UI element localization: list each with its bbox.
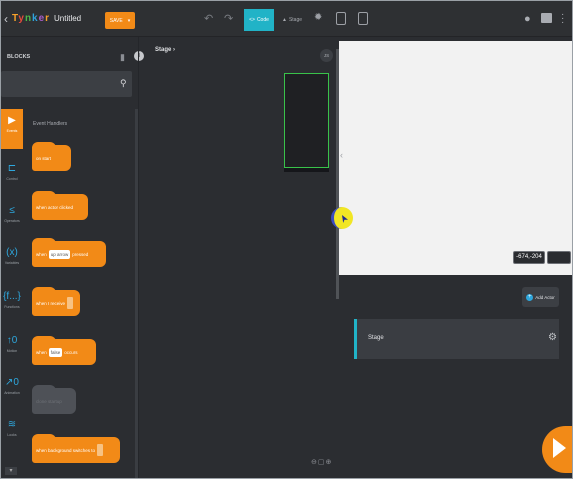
info-icon[interactable]: i [134, 51, 144, 61]
category-animation[interactable]: ↗0 Animation [1, 371, 23, 411]
collapse-arrow-icon[interactable]: ▾ [5, 467, 17, 475]
control-icon: ⊏ [7, 163, 17, 174]
block-when-background-switches[interactable]: when background switches to [32, 434, 120, 463]
looks-icon: ≋ [7, 419, 17, 430]
chevron-left-icon[interactable]: ‹ [340, 150, 346, 164]
actor-row-label: Stage [368, 335, 384, 341]
functions-icon: {f...} [3, 291, 21, 302]
condition-slot[interactable]: false [48, 347, 63, 357]
zoom-controls[interactable]: ⊖▢⊕ [311, 458, 332, 466]
play-icon: ▶ [8, 115, 16, 126]
save-label: SAVE [109, 17, 123, 24]
category-control[interactable]: ⊏ Control [1, 157, 23, 197]
save-button[interactable]: SAVE ▾ [105, 12, 135, 29]
category-variables[interactable]: (x) Variables [1, 241, 23, 281]
category-motion[interactable]: ↑0 Motion [1, 329, 23, 369]
chat-icon[interactable] [541, 13, 552, 23]
tab-code[interactable]: <> Code [244, 9, 274, 31]
actor-row-stage[interactable]: Stage ⚙ [354, 319, 559, 359]
plus-icon: + [526, 293, 534, 301]
project-title[interactable]: Untitled [54, 14, 81, 23]
redo-icon[interactable]: ↷ [224, 12, 233, 25]
coordinates-readout: -674,-204 [513, 251, 545, 264]
stage-view[interactable] [339, 41, 572, 275]
background-slot[interactable] [97, 444, 104, 456]
undo-icon[interactable]: ↶ [204, 12, 213, 25]
gear-icon[interactable]: ⚙ [548, 332, 557, 343]
operators-icon: ≤ [9, 205, 15, 216]
minimap-shadow [284, 168, 329, 172]
play-icon [553, 438, 566, 458]
blocks-search: ⚲ [1, 71, 132, 97]
back-arrow-icon[interactable]: ‹ [4, 12, 8, 26]
app-window: ‹ Tynker Untitled SAVE ▾ ↶ ↷ <> Code ▲ S… [0, 0, 573, 479]
category-operators[interactable]: ≤ Operators [1, 199, 23, 239]
key-dropdown[interactable]: up arrow [48, 249, 71, 259]
media-library-icon[interactable] [336, 12, 346, 25]
breadcrumb[interactable]: Stage › [155, 47, 175, 53]
tynker-logo[interactable]: Tynker [12, 13, 50, 24]
category-functions[interactable]: {f...} Functions [1, 285, 23, 325]
top-bar: ‹ Tynker Untitled SAVE ▾ ↶ ↷ <> Code ▲ S… [1, 1, 572, 37]
device-icon[interactable] [358, 12, 368, 25]
code-icon: <> [249, 17, 255, 23]
section-event-handlers: Event Handlers [33, 121, 68, 127]
tab-code-label: Code [256, 17, 269, 23]
message-slot[interactable] [67, 297, 74, 309]
block-when-actor-clicked[interactable]: when actor clicked [32, 191, 88, 220]
bug-icon[interactable]: ✹ [314, 12, 322, 23]
canvas-divider [138, 37, 139, 478]
block-clone-startup: clone startup [32, 385, 76, 414]
more-vertical-icon[interactable]: · · · [561, 10, 564, 28]
add-actor-button[interactable]: + Add Actor [522, 287, 559, 307]
user-icon[interactable]: ● [524, 13, 531, 25]
tab-stage[interactable]: ▲ Stage [277, 9, 307, 31]
category-rail: ▶ Events ⊏ Control ≤ Operators (x) Varia… [1, 109, 23, 478]
block-when-i-receive[interactable]: when I receive [32, 287, 80, 316]
block-on-start[interactable]: on start [32, 142, 71, 171]
stage-minimap[interactable] [284, 73, 329, 168]
variables-icon: (x) [6, 247, 18, 258]
book-icon[interactable]: ▮ [120, 52, 125, 63]
javascript-button[interactable]: JS [320, 49, 333, 62]
block-when-occurs[interactable]: when false occurs [32, 336, 96, 365]
motion-icon: ↑0 [6, 335, 18, 346]
category-events[interactable]: ▶ Events [1, 109, 23, 149]
block-when-key-pressed[interactable]: when up arrow pressed [32, 238, 106, 267]
blocks-title: BLOCKS [7, 54, 31, 60]
search-icon[interactable]: ⚲ [120, 78, 127, 89]
blocks-header: BLOCKS ▮ i [1, 47, 144, 65]
chevron-down-icon: ▾ [127, 17, 131, 24]
category-looks[interactable]: ≋ Looks [1, 413, 23, 453]
coordinates-extra [547, 251, 571, 264]
animation-icon: ↗0 [5, 377, 19, 388]
cursor-highlight [331, 207, 353, 229]
tab-stage-label: Stage [288, 17, 303, 23]
chevron-right-icon: › [173, 47, 176, 53]
image-icon: ▲ [281, 17, 287, 23]
search-input[interactable] [7, 79, 107, 85]
